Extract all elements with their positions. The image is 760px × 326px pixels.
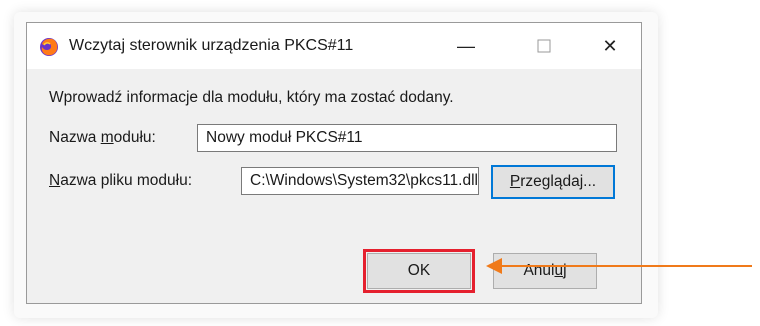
- arrow-head-icon: [486, 258, 502, 274]
- screenshot-stage: Wczytaj sterownik urządzenia PKCS#11 — ✕…: [0, 0, 760, 326]
- annotation-arrow: [486, 258, 752, 274]
